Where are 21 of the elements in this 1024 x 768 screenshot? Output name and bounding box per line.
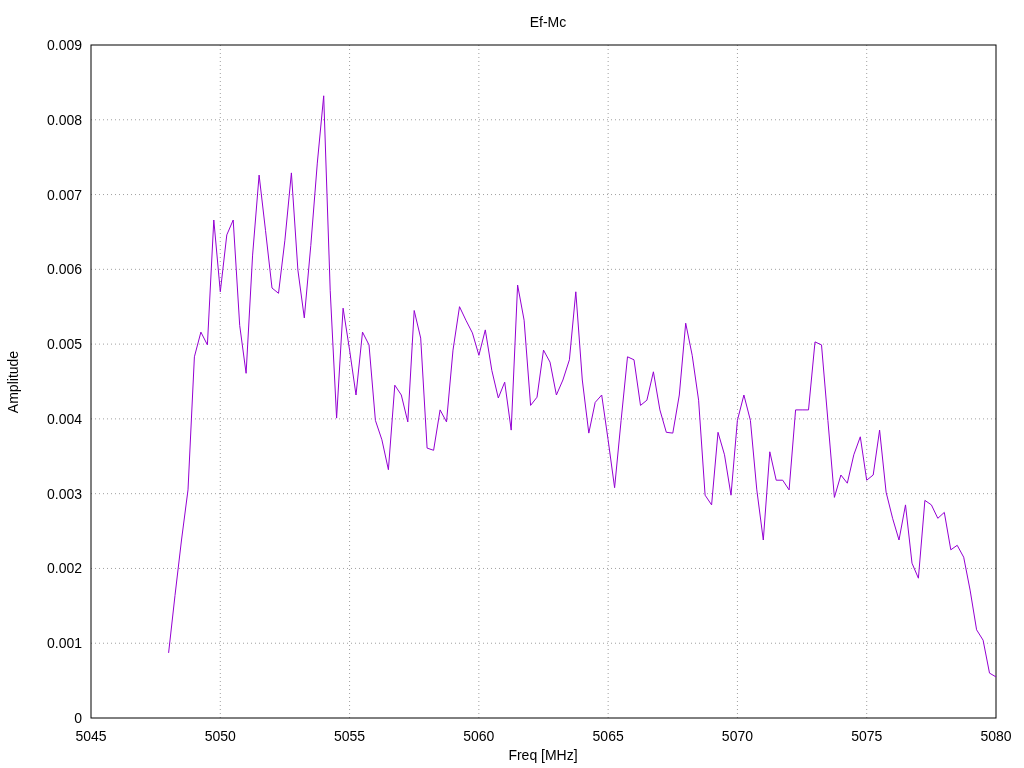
y-tick-label: 0.007 (46, 186, 82, 203)
x-tick-label: 5055 (334, 728, 366, 744)
y-tick-label: 0.008 (46, 111, 82, 128)
x-tick-label: 5065 (592, 728, 624, 744)
y-tick-label: 0 (74, 710, 82, 726)
y-axis-label: Amplitude (5, 350, 21, 414)
x-tick-label: 5070 (721, 728, 753, 744)
x-tick-label: 5075 (851, 728, 883, 744)
y-tick-label: 0.009 (46, 37, 82, 53)
x-tick-label: 5080 (980, 728, 1012, 744)
x-tick-label: 5060 (463, 728, 495, 744)
x-tick-label: 5050 (204, 728, 236, 744)
y-tick-label: 0.001 (46, 635, 82, 652)
y-tick-label: 0.006 (46, 261, 82, 278)
x-axis-label: Freq [MHz] (508, 747, 578, 763)
y-tick-label: 0.003 (46, 485, 82, 502)
x-tick-label: 5045 (75, 728, 107, 744)
chart-title: Ef-Mc (529, 14, 567, 30)
y-tick-label: 0.002 (46, 560, 82, 577)
y-tick-label: 0.004 (46, 410, 82, 427)
y-tick-label: 0.005 (46, 336, 82, 353)
